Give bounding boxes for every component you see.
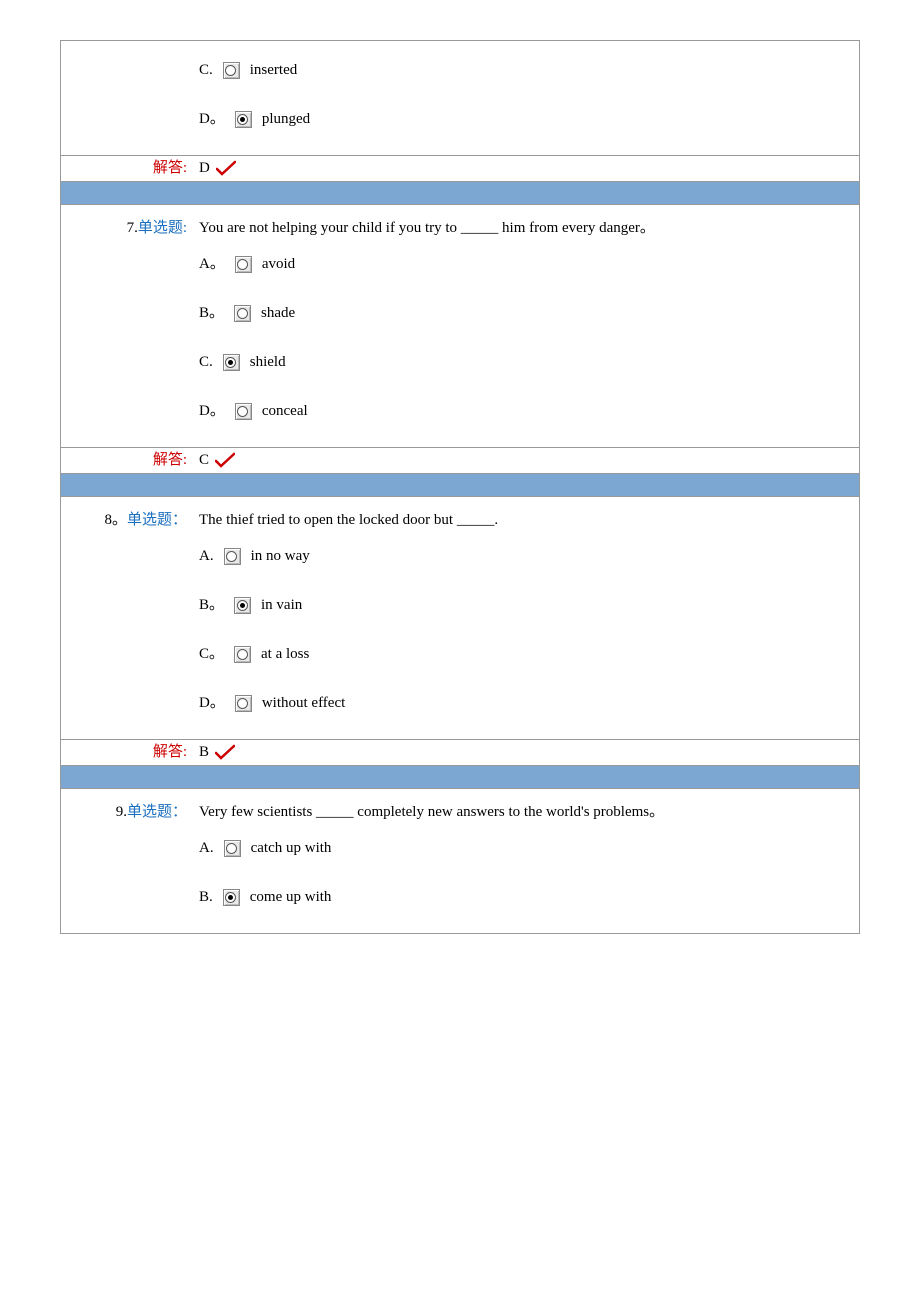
answer-label: 解答:	[153, 452, 187, 468]
option-letter: B.	[199, 884, 213, 911]
option-letter: B。	[199, 592, 224, 619]
option-text: in no way	[251, 543, 310, 570]
q8-stem: The thief tried to open the locked door …	[199, 505, 853, 535]
option-letter: D。	[199, 690, 225, 717]
radio-icon[interactable]	[235, 111, 252, 128]
option-letter: B。	[199, 300, 224, 327]
q9-stem: Very few scientists _____ completely new…	[199, 797, 853, 827]
option-letter: D。	[199, 398, 225, 425]
option-text: in vain	[261, 592, 302, 619]
option-text: shade	[261, 300, 295, 327]
radio-icon[interactable]	[234, 646, 251, 663]
option-letter: A。	[199, 251, 225, 278]
radio-icon[interactable]	[234, 597, 251, 614]
separator-bar	[61, 182, 860, 205]
radio-icon[interactable]	[224, 840, 241, 857]
option-letter: C。	[199, 641, 224, 668]
option-text: conceal	[262, 398, 308, 425]
question-number: 9.	[116, 804, 127, 820]
checkmark-icon	[215, 746, 233, 760]
radio-icon[interactable]	[234, 305, 251, 322]
question-type: 单选题：	[127, 804, 187, 820]
answer-label: 解答:	[153, 160, 187, 176]
checkmark-icon	[216, 162, 234, 176]
answer-label: 解答:	[153, 744, 187, 760]
option-text: inserted	[250, 57, 297, 84]
q7-option-b: B。 shade	[199, 292, 853, 341]
option-text: shield	[250, 349, 286, 376]
option-text: at a loss	[261, 641, 309, 668]
q8-option-a: A. in no way	[199, 535, 853, 584]
q7-option-c: C. shield	[199, 341, 853, 390]
radio-icon[interactable]	[224, 548, 241, 565]
option-letter: A.	[199, 835, 214, 862]
option-text: avoid	[262, 251, 295, 278]
option-text: come up with	[250, 884, 332, 911]
separator-bar	[61, 474, 860, 497]
question-number: 7.	[127, 220, 138, 236]
question-number: 8。	[104, 512, 127, 528]
option-letter: C.	[199, 349, 213, 376]
radio-icon[interactable]	[235, 695, 252, 712]
option-letter: D。	[199, 106, 225, 133]
option-text: catch up with	[251, 835, 332, 862]
radio-icon[interactable]	[235, 256, 252, 273]
q8-option-d: D。 without effect	[199, 682, 853, 731]
q7-option-a: A。 avoid	[199, 243, 853, 292]
radio-icon[interactable]	[223, 62, 240, 79]
question-type: 单选题:	[138, 220, 187, 236]
q9-option-a: A. catch up with	[199, 827, 853, 876]
option-text: without effect	[262, 690, 345, 717]
separator-bar	[61, 766, 860, 789]
q6-option-c: C. inserted	[199, 49, 853, 98]
q8-answer-letter: B	[199, 744, 209, 760]
option-letter: C.	[199, 57, 213, 84]
q7-stem: You are not helping your child if you tr…	[199, 213, 853, 243]
radio-icon[interactable]	[235, 403, 252, 420]
q8-option-b: B。 in vain	[199, 584, 853, 633]
q9-option-b: B. come up with	[199, 876, 853, 925]
q6-option-d: D。 plunged	[199, 98, 853, 147]
question-type: 单选题：	[127, 512, 187, 528]
radio-icon[interactable]	[223, 889, 240, 906]
option-text: plunged	[262, 106, 310, 133]
q6-answer-letter: D	[199, 160, 210, 176]
q7-answer-letter: C	[199, 452, 209, 468]
radio-icon[interactable]	[223, 354, 240, 371]
q7-option-d: D。 conceal	[199, 390, 853, 439]
checkmark-icon	[215, 454, 233, 468]
option-letter: A.	[199, 543, 214, 570]
q8-option-c: C。 at a loss	[199, 633, 853, 682]
